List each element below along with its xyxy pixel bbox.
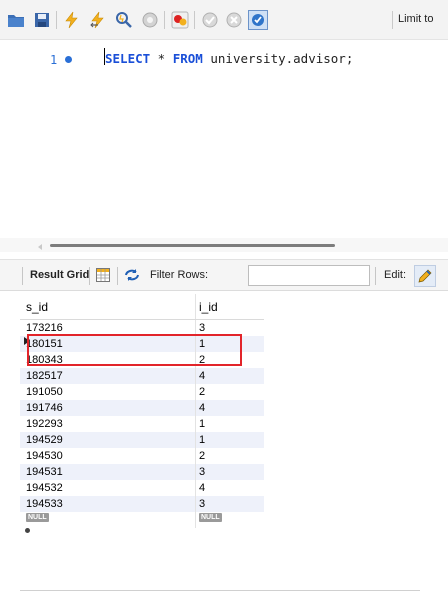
cell-s-id[interactable]: 182517 (20, 368, 196, 384)
toolbar-separator (89, 267, 90, 285)
filter-rows-input[interactable] (248, 265, 370, 286)
edit-pencil-icon[interactable] (414, 265, 436, 290)
cell-i-id[interactable]: 4 (196, 368, 264, 384)
cell-s-id[interactable]: 192293 (20, 416, 196, 432)
limit-rows-label[interactable]: Limit to (398, 13, 433, 25)
result-toolbar: Result Grid Filter Rows: Edit: (0, 259, 448, 291)
autocommit-icon[interactable] (248, 10, 268, 30)
table-row[interactable]: 194533 3 (20, 496, 264, 512)
execute-current-icon[interactable] (88, 10, 108, 30)
table-row[interactable]: 194530 2 (20, 448, 264, 464)
scroll-left-arrow-icon[interactable] (38, 244, 42, 250)
refresh-icon[interactable] (124, 268, 140, 285)
cell-s-id[interactable]: 194532 (20, 480, 196, 496)
sql-editor-toolbar: Limit to (0, 0, 448, 40)
table-row[interactable]: 191746 4 (20, 400, 264, 416)
filter-rows-label: Filter Rows: (150, 269, 209, 281)
new-row-marker-icon (25, 528, 30, 533)
table-row[interactable]: 194532 4 (20, 480, 264, 496)
save-icon[interactable] (32, 10, 52, 30)
toggle-error-icon[interactable] (170, 10, 190, 30)
cell-i-id-null[interactable]: NULL (196, 512, 264, 528)
cell-i-id[interactable]: 1 (196, 416, 264, 432)
highlight-annotation-box (27, 334, 242, 366)
commit-icon[interactable] (200, 10, 220, 30)
toolbar-separator (392, 11, 393, 29)
stop-icon[interactable] (140, 10, 160, 30)
toolbar-separator (194, 11, 195, 29)
cell-s-id[interactable]: 194529 (20, 432, 196, 448)
rollback-icon[interactable] (224, 10, 244, 30)
toolbar-separator (375, 267, 376, 285)
cell-i-id[interactable]: 4 (196, 400, 264, 416)
explain-icon[interactable] (114, 10, 134, 30)
sql-keyword-from: FROM (172, 51, 203, 66)
cell-i-id[interactable]: 2 (196, 384, 264, 400)
column-header-i-id[interactable]: i_id (196, 294, 264, 319)
cell-i-id[interactable]: 3 (196, 496, 264, 512)
grid-header-row: s_id i_id (20, 294, 264, 320)
sql-query-text[interactable]: SELECT * FROM university.advisor; (105, 51, 353, 66)
scrollbar-thumb[interactable] (50, 244, 335, 247)
cell-i-id[interactable]: 1 (196, 432, 264, 448)
toolbar-separator (56, 11, 57, 29)
table-row[interactable]: 182517 4 (20, 368, 264, 384)
grid-view-icon[interactable] (96, 268, 110, 285)
table-row[interactable]: 192293 1 (20, 416, 264, 432)
sql-keyword-select: SELECT (105, 51, 151, 66)
cell-s-id[interactable]: 191050 (20, 384, 196, 400)
cell-i-id[interactable]: 4 (196, 480, 264, 496)
toolbar-separator (164, 11, 165, 29)
sql-table-name: university.advisor; (202, 51, 354, 66)
cell-s-id[interactable]: 191746 (20, 400, 196, 416)
toolbar-separator (22, 267, 23, 285)
table-row[interactable]: 191050 2 (20, 384, 264, 400)
result-grid-tab[interactable]: Result Grid (30, 269, 89, 281)
editor-horizontal-scrollbar[interactable] (0, 238, 448, 252)
sql-editor[interactable]: 1 SELECT * FROM university.advisor; (0, 40, 448, 230)
cell-s-id-null[interactable]: NULL (20, 512, 196, 528)
null-badge: NULL (26, 513, 49, 522)
edit-label: Edit: (384, 269, 407, 281)
column-header-s-id[interactable]: s_id (20, 294, 196, 319)
cell-i-id[interactable]: 2 (196, 448, 264, 464)
sql-text: * (150, 51, 173, 66)
cell-s-id[interactable]: 194530 (20, 448, 196, 464)
cell-s-id[interactable]: 194533 (20, 496, 196, 512)
cell-i-id[interactable]: 3 (196, 464, 264, 480)
line-number: 1 (50, 53, 58, 67)
line-marker-dot (65, 56, 72, 63)
cell-s-id[interactable]: 194531 (20, 464, 196, 480)
toolbar-separator (117, 267, 118, 285)
new-row[interactable]: NULL NULL (20, 512, 264, 528)
open-folder-icon[interactable] (6, 10, 26, 30)
execute-icon[interactable] (62, 10, 82, 30)
table-row[interactable]: 194531 3 (20, 464, 264, 480)
null-badge: NULL (199, 513, 222, 522)
table-row[interactable]: 194529 1 (20, 432, 264, 448)
grid-bottom-border (20, 590, 420, 591)
result-grid: s_id i_id 173216 3 180151 1 180343 2 182… (20, 294, 264, 528)
